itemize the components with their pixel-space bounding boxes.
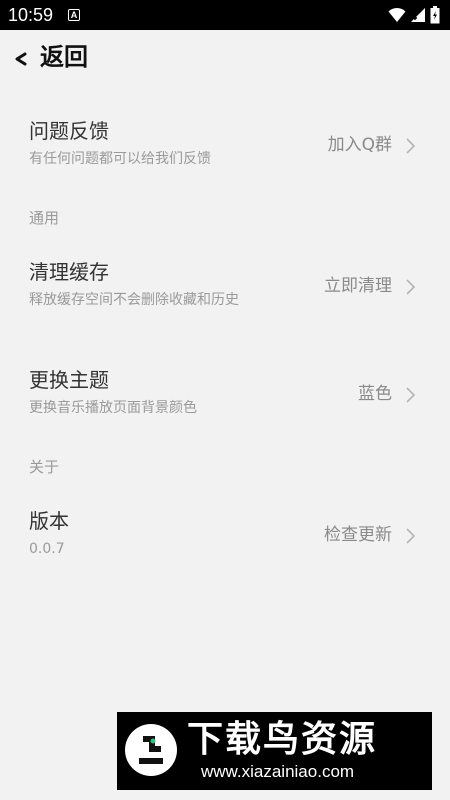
- bird-logo-glyph: [139, 736, 163, 764]
- version-row[interactable]: 版本 0.0.7 检查更新: [0, 498, 450, 576]
- chevron-right-icon: [406, 279, 416, 295]
- bird-logo-icon: [125, 724, 177, 776]
- change-theme-title: 更换主题: [29, 368, 109, 392]
- section-header-about: 关于: [29, 458, 60, 476]
- change-theme-row[interactable]: 更换主题 更换音乐播放页面背景颜色 蓝色: [0, 357, 450, 435]
- check-update-link[interactable]: 检查更新: [324, 524, 392, 546]
- version-title: 版本: [29, 509, 69, 533]
- chevron-right-icon: [406, 528, 416, 544]
- wifi-icon: [388, 7, 406, 22]
- status-time: 10:59: [8, 5, 54, 25]
- section-header-general: 通用: [29, 209, 60, 227]
- change-theme-subtitle: 更换音乐播放页面背景颜色: [29, 400, 197, 416]
- status-bar: 10:59 A: [0, 0, 450, 30]
- feedback-title: 问题反馈: [29, 119, 109, 143]
- notification-a-icon: A: [68, 9, 80, 21]
- theme-color-value[interactable]: 蓝色: [358, 383, 392, 405]
- watermark-banner: 下载鸟资源 www.xiazainiao.com: [117, 712, 432, 790]
- signal-icon: [411, 8, 425, 22]
- feedback-subtitle: 有任何问题都可以给我们反馈: [29, 151, 211, 167]
- clear-cache-subtitle: 释放缓存空间不会删除收藏和历史: [29, 292, 239, 308]
- watermark-title: 下载鸟资源: [187, 719, 378, 760]
- nav-bar: 返回: [0, 30, 450, 86]
- clear-cache-title: 清理缓存: [29, 260, 109, 284]
- back-chevron-icon: [15, 52, 27, 66]
- back-button[interactable]: 返回: [6, 36, 102, 80]
- feedback-row[interactable]: 问题反馈 有任何问题都可以给我们反馈 加入Q群: [0, 108, 450, 186]
- chevron-right-icon: [406, 138, 416, 154]
- join-qq-group-link[interactable]: 加入Q群: [328, 134, 392, 156]
- battery-icon: [430, 6, 440, 24]
- watermark-url: www.xiazainiao.com: [201, 762, 355, 781]
- clear-now-link[interactable]: 立即清理: [324, 275, 392, 297]
- back-label: 返回: [40, 43, 88, 71]
- status-icons: [388, 6, 440, 24]
- version-number: 0.0.7: [29, 541, 65, 557]
- clear-cache-row[interactable]: 清理缓存 释放缓存空间不会删除收藏和历史 立即清理: [0, 249, 450, 327]
- chevron-right-icon: [406, 387, 416, 403]
